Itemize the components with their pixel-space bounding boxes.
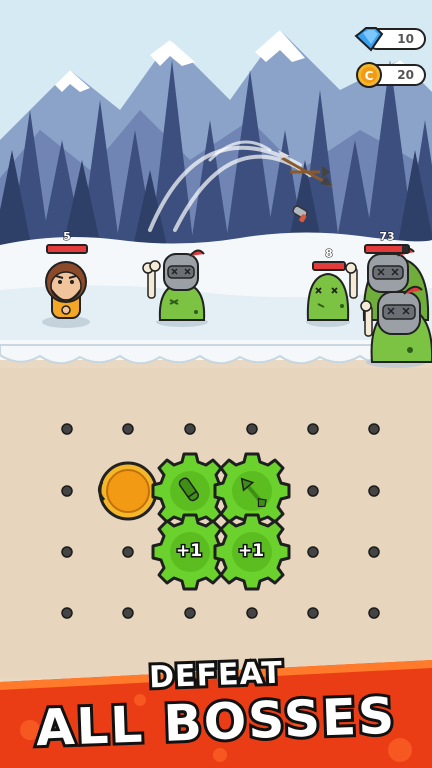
gem-counter[interactable]: 10	[354, 27, 426, 52]
blue-gem-icon	[354, 27, 384, 52]
boss-hp-bar: 73	[364, 230, 410, 254]
boss-hp-text: 73	[379, 230, 395, 244]
coin-counter[interactable]: C 20	[356, 62, 426, 88]
gem-count: 10	[397, 32, 414, 46]
zombie-hp-text: 8	[325, 247, 334, 261]
gold-coin-icon: C	[356, 62, 382, 88]
player-hp-text: 5	[63, 230, 72, 244]
gear-label-plus-one: +1	[236, 540, 265, 563]
player-hp-bar: 5	[46, 230, 88, 254]
zombie-hp-fill	[314, 263, 344, 269]
zombie-hp-bar: 8	[312, 247, 346, 271]
boss-hp-fill	[366, 246, 402, 252]
svg-text:C: C	[365, 69, 374, 83]
gear-label-plus-one: +1	[174, 540, 203, 563]
player-hp-fill	[48, 246, 86, 252]
coin-count: 20	[397, 68, 414, 82]
gold-coin-slot[interactable]	[97, 461, 158, 521]
